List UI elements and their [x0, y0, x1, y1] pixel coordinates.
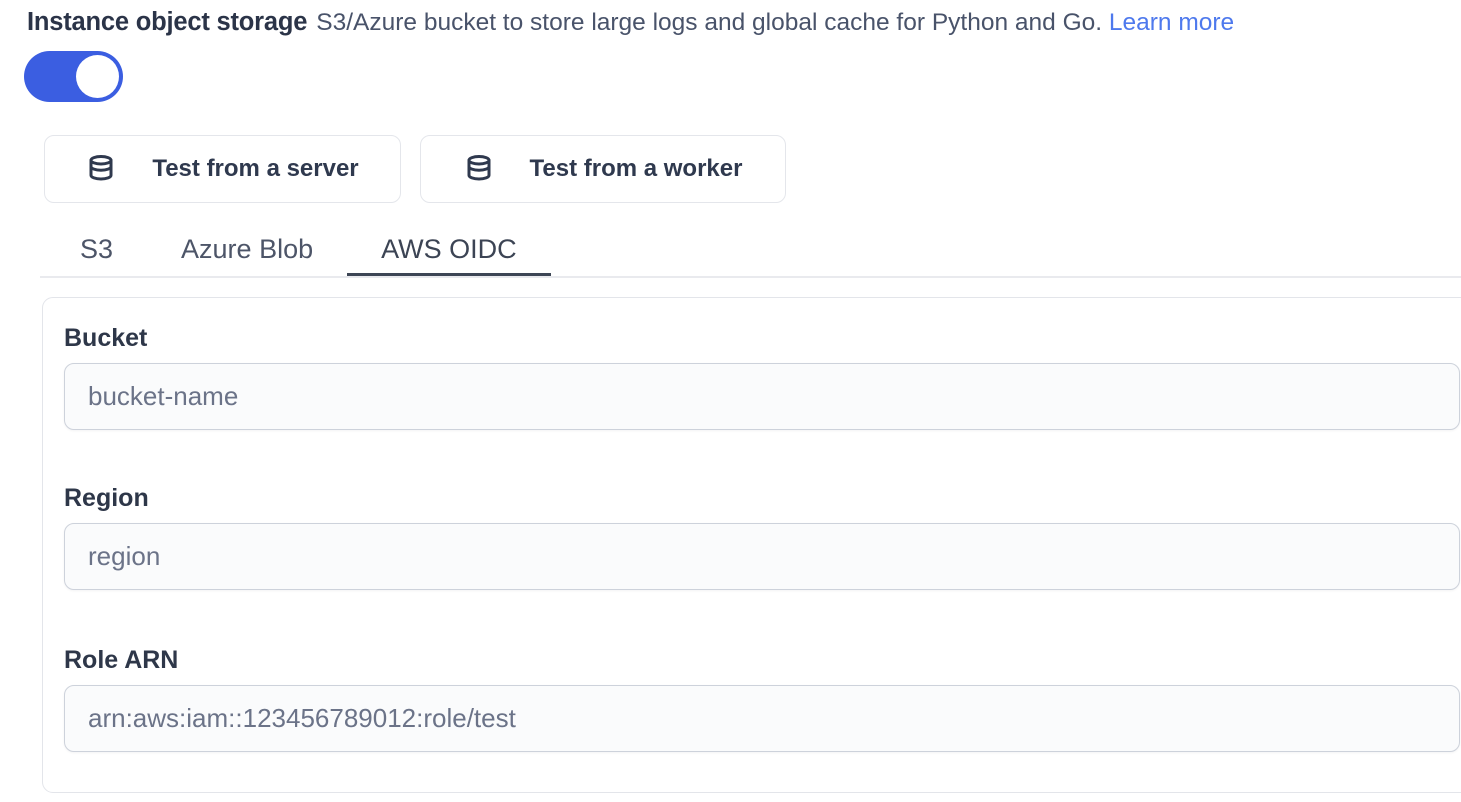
bucket-field-group: Bucket [64, 322, 1460, 430]
region-input[interactable] [64, 523, 1460, 590]
bucket-input[interactable] [64, 363, 1460, 430]
tab-aws-oidc[interactable]: AWS OIDC [347, 221, 551, 278]
database-icon [86, 154, 116, 184]
tab-s3[interactable]: S3 [46, 221, 147, 278]
role-arn-field-group: Role ARN [64, 644, 1460, 752]
database-icon [464, 154, 494, 184]
test-from-worker-label: Test from a worker [530, 155, 743, 183]
tabs-divider [40, 276, 1461, 278]
toggle-knob [76, 55, 119, 98]
tab-azure-blob[interactable]: Azure Blob [147, 221, 347, 278]
storage-provider-tabs: S3 Azure Blob AWS OIDC [46, 221, 551, 278]
page-description: S3/Azure bucket to store large logs and … [316, 9, 1102, 36]
test-from-server-button[interactable]: Test from a server [44, 135, 401, 203]
learn-more-link[interactable]: Learn more [1109, 9, 1234, 36]
role-arn-input[interactable] [64, 685, 1460, 752]
object-storage-toggle[interactable] [24, 51, 123, 102]
test-from-worker-button[interactable]: Test from a worker [420, 135, 786, 203]
page-title: Instance object storage [27, 8, 307, 36]
test-from-server-label: Test from a server [152, 155, 358, 183]
region-label: Region [64, 482, 1460, 514]
region-field-group: Region [64, 482, 1460, 590]
role-arn-label: Role ARN [64, 644, 1460, 676]
header: Instance object storage S3/Azure bucket t… [27, 6, 1234, 39]
aws-oidc-config-panel: Bucket Region Role ARN [42, 297, 1461, 793]
bucket-label: Bucket [64, 322, 1460, 354]
